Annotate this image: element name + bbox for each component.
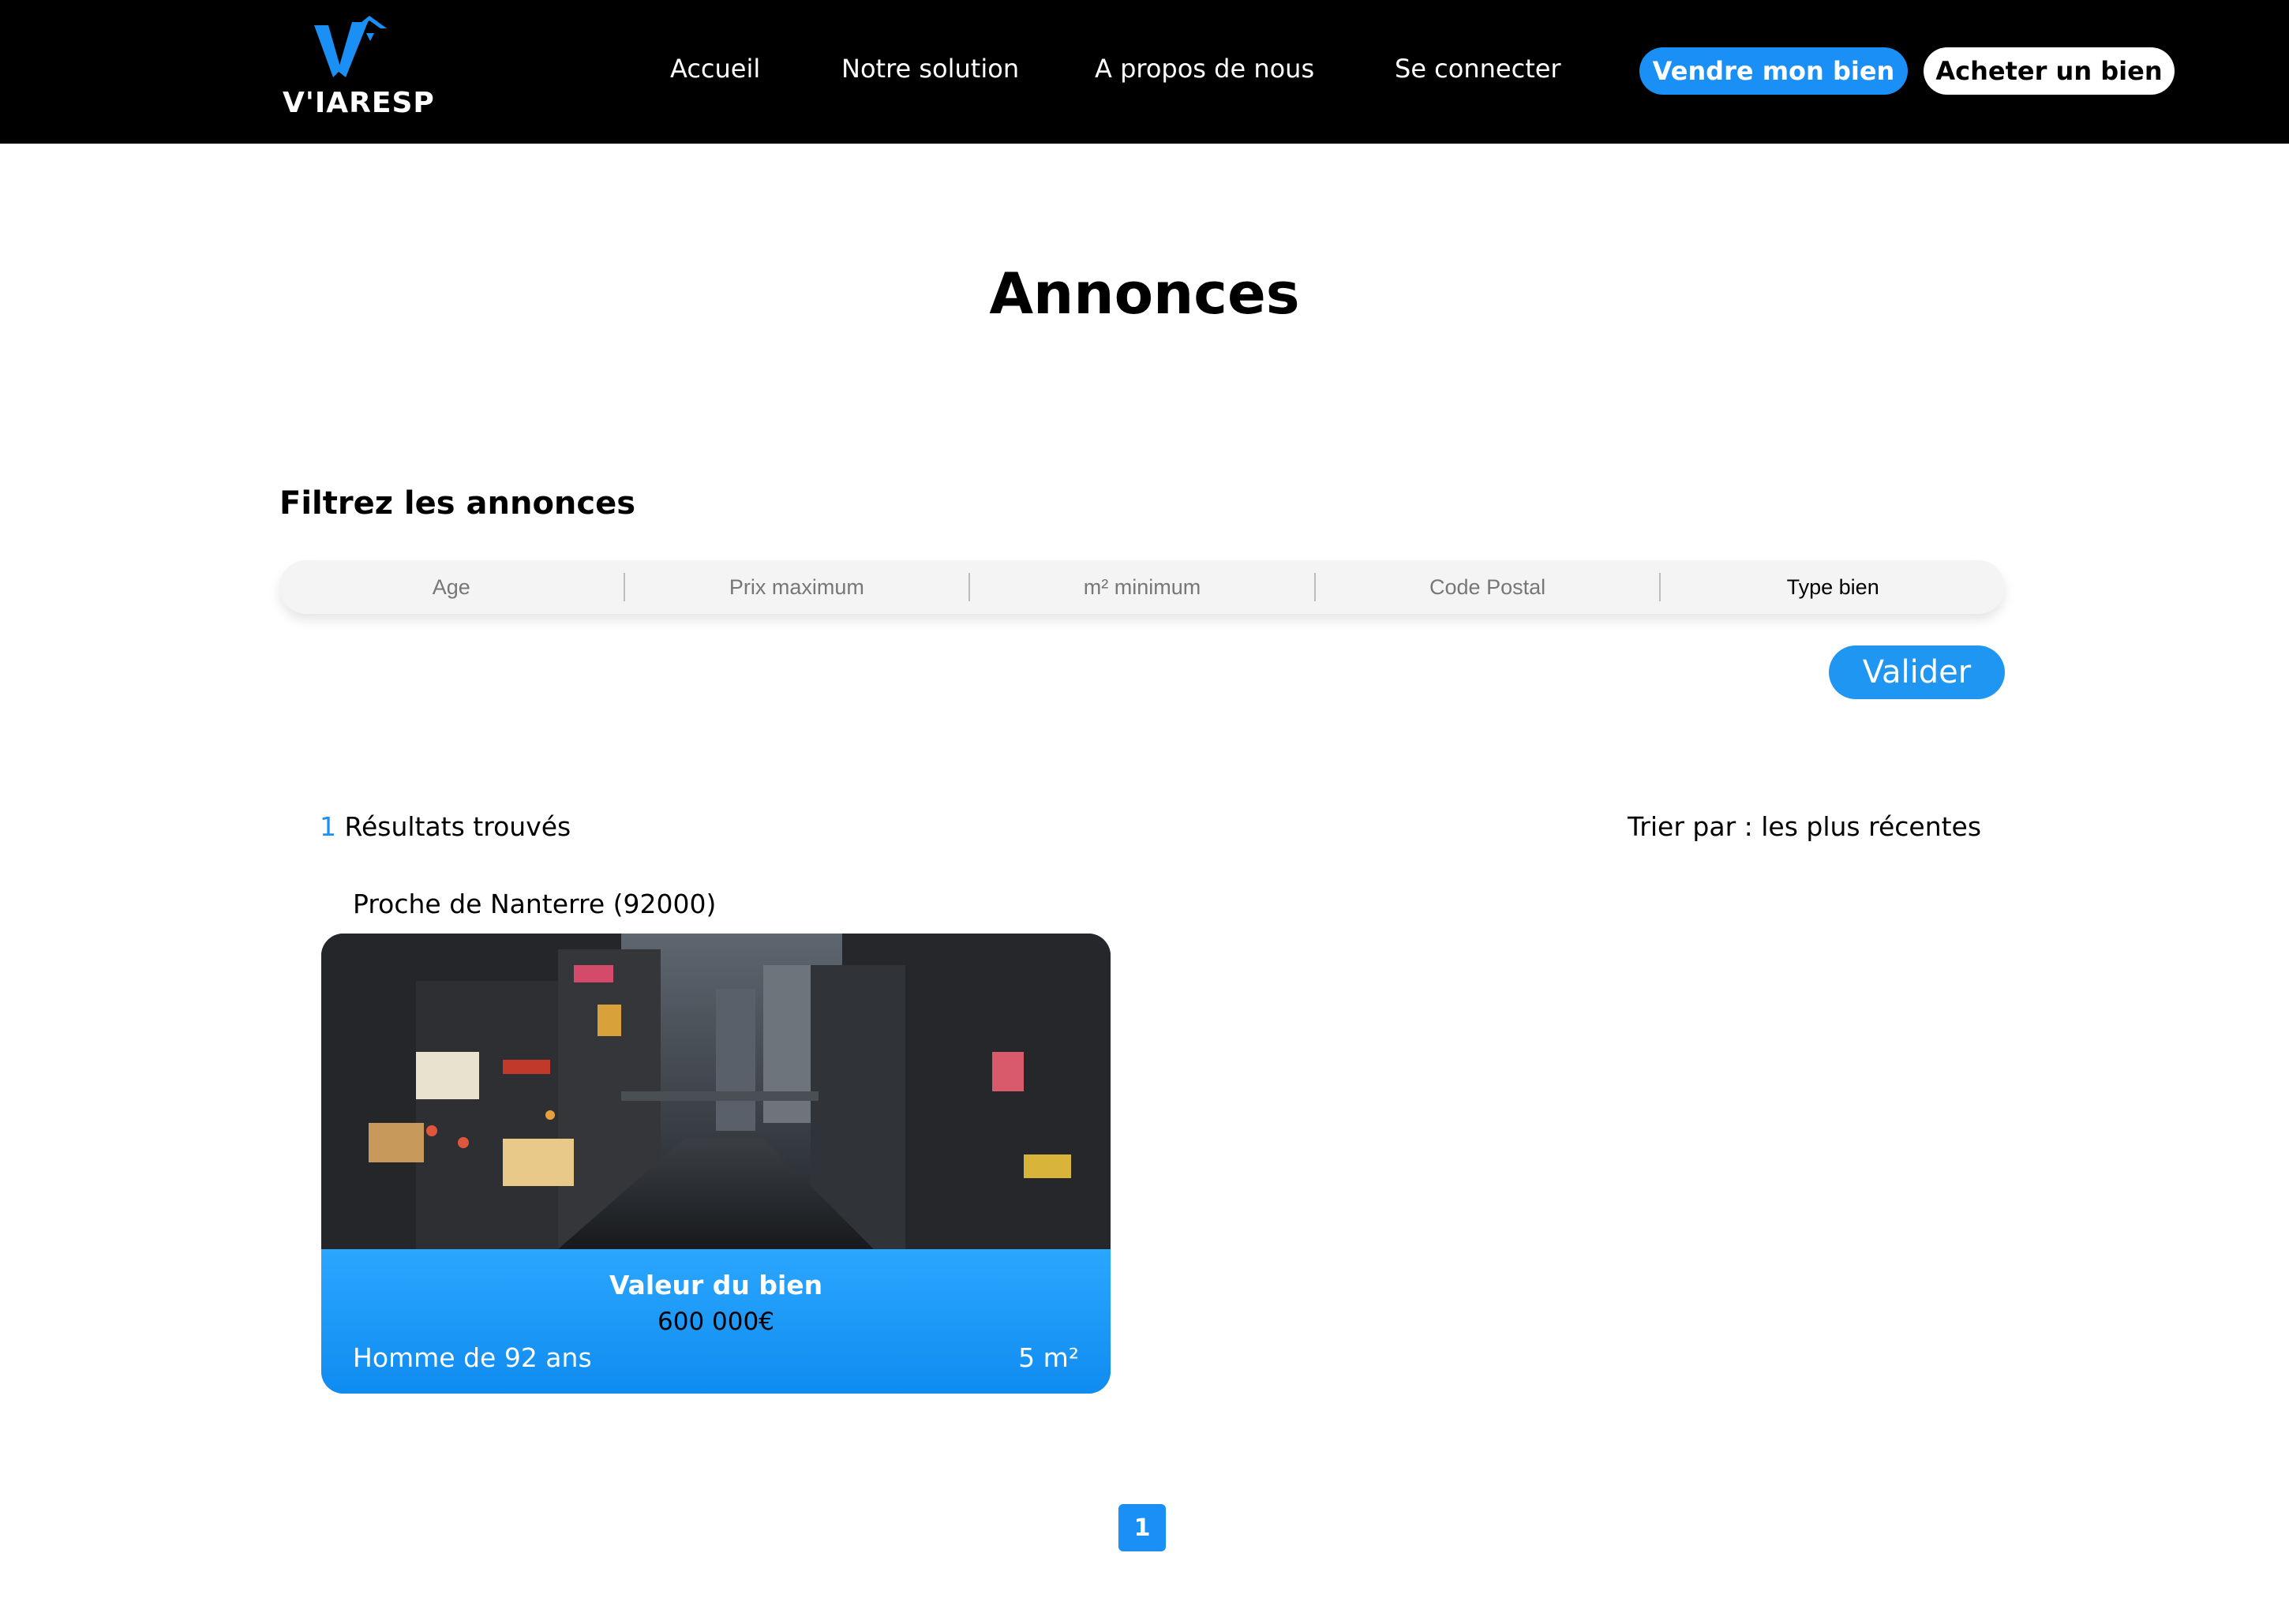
listing-info: Valeur du bien 600 000€ Homme de 92 ans … <box>321 1249 1111 1394</box>
filter-postal-code[interactable]: Code Postal <box>1316 575 1660 600</box>
validate-button[interactable]: Valider <box>1829 645 2005 699</box>
results-number: 1 <box>320 811 336 842</box>
pagination-page-1[interactable]: 1 <box>1118 1504 1166 1551</box>
filter-max-price[interactable]: Prix maximum <box>625 575 969 600</box>
sell-property-button[interactable]: Vendre mon bien <box>1639 47 1908 95</box>
listing-card[interactable]: Valeur du bien 600 000€ Homme de 92 ans … <box>321 934 1111 1394</box>
site-header: V'IARESP Accueil Notre solution A propos… <box>0 0 2289 144</box>
listing-area: 5 m² <box>1018 1342 1079 1373</box>
nav-a-propos[interactable]: A propos de nous <box>1095 54 1314 84</box>
results-label: Résultats trouvés <box>344 811 571 842</box>
filter-bar: Age Prix maximum m² minimum Code Postal … <box>279 560 2005 614</box>
listing-location: Proche de Nanterre (92000) <box>353 889 717 919</box>
viaresp-logo[interactable]: V'IARESP <box>283 14 434 125</box>
results-count: 1 Résultats trouvés <box>320 811 571 842</box>
city-street-image <box>321 934 1111 1249</box>
filter-heading: Filtrez les annonces <box>279 485 636 522</box>
nav-se-connecter[interactable]: Se connecter <box>1395 54 1561 84</box>
listing-owner: Homme de 92 ans <box>353 1342 592 1373</box>
logo-v-icon <box>314 16 387 77</box>
nav-notre-solution[interactable]: Notre solution <box>841 54 1019 84</box>
filter-age[interactable]: Age <box>279 575 624 600</box>
sort-select[interactable]: Trier par : les plus récentes <box>1628 811 1981 842</box>
nav-accueil[interactable]: Accueil <box>670 54 760 84</box>
filter-min-area[interactable]: m² minimum <box>970 575 1314 600</box>
logo-text: V'IARESP <box>283 87 435 119</box>
listing-value-label: Valeur du bien <box>609 1270 823 1300</box>
buy-property-button[interactable]: Acheter un bien <box>1924 47 2175 95</box>
page-title: Annonces <box>989 260 1300 327</box>
filter-property-type[interactable]: Type bien <box>1661 575 2005 600</box>
listing-price: 600 000€ <box>657 1308 774 1336</box>
